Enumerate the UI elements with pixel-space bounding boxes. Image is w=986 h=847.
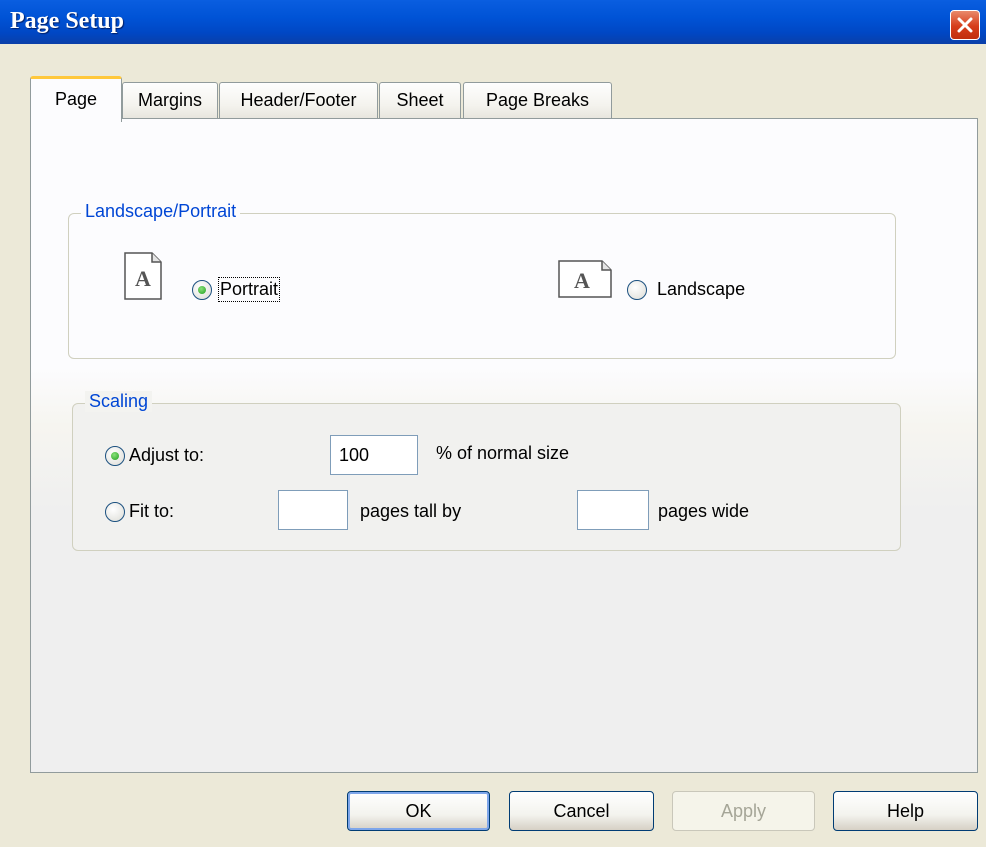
ok-button[interactable]: OK <box>347 791 490 831</box>
tab-sheet[interactable]: Sheet <box>379 82 461 120</box>
pages-wide-label: pages wide <box>658 501 750 521</box>
tab-page-label: Page <box>54 89 98 109</box>
fit-to-pages-tall-input[interactable] <box>278 490 348 530</box>
title-bar: Page Setup <box>0 0 986 45</box>
fit-to-pages-wide-input[interactable] <box>577 490 649 530</box>
tab-margins-label: Margins <box>137 90 203 110</box>
close-icon <box>957 17 973 33</box>
adjust-to-radio-dot <box>111 452 119 460</box>
adjust-to-radio[interactable] <box>105 446 125 466</box>
tab-header-footer[interactable]: Header/Footer <box>219 82 378 120</box>
tab-page-breaks[interactable]: Page Breaks <box>463 82 612 120</box>
adjust-to-label[interactable]: Adjust to: <box>129 445 204 466</box>
dialog-body: Page Margins Header/Footer Sheet Page Br… <box>0 44 986 847</box>
tab-page[interactable]: Page <box>30 76 122 122</box>
close-button[interactable] <box>950 10 980 40</box>
fit-to-label[interactable]: Fit to: <box>129 501 174 522</box>
orientation-group: Landscape/Portrait A Portrait A Landscap… <box>68 201 896 359</box>
tab-strip: Page Margins Header/Footer Sheet Page Br… <box>0 44 986 124</box>
landscape-radio[interactable] <box>627 280 647 300</box>
portrait-label[interactable]: Portrait <box>217 277 281 302</box>
tab-page-breaks-label: Page Breaks <box>485 90 590 110</box>
portrait-radio[interactable] <box>192 280 212 300</box>
tab-header-footer-label: Header/Footer <box>240 90 357 110</box>
help-button[interactable]: Help <box>833 791 978 831</box>
portrait-page-icon: A <box>124 252 162 300</box>
tab-panel-page: Landscape/Portrait A Portrait A Landscap… <box>30 118 978 773</box>
scaling-group-title: Scaling <box>85 391 153 412</box>
cancel-button[interactable]: Cancel <box>509 791 654 831</box>
orientation-group-title: Landscape/Portrait <box>81 201 241 222</box>
portrait-icon-letter: A <box>135 266 151 291</box>
landscape-page-icon: A <box>558 260 612 298</box>
scaling-group: Scaling Adjust to: % of normal size Fit … <box>72 391 901 551</box>
apply-button[interactable]: Apply <box>672 791 815 831</box>
portrait-radio-dot <box>198 286 206 294</box>
window-title: Page Setup <box>10 8 124 34</box>
tab-margins[interactable]: Margins <box>122 82 218 120</box>
landscape-label[interactable]: Landscape <box>657 279 745 300</box>
adjust-to-suffix: % of normal size <box>436 443 570 463</box>
tab-sheet-label: Sheet <box>396 90 444 110</box>
fit-to-radio[interactable] <box>105 502 125 522</box>
landscape-icon-letter: A <box>574 268 590 293</box>
pages-tall-by-label: pages tall by <box>360 501 462 521</box>
adjust-to-percent-input[interactable] <box>330 435 418 475</box>
